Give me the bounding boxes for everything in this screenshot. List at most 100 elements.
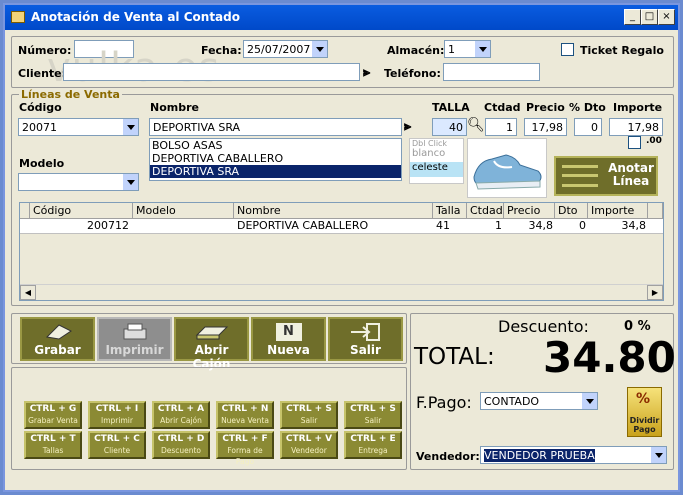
telefono-field[interactable]	[443, 63, 540, 81]
shortcut-key-label: CTRL + G	[29, 404, 77, 414]
list-item[interactable]: DEPORTIVA CABALLERO	[150, 152, 401, 165]
chevron-down-icon[interactable]	[581, 393, 597, 409]
imprimir-button[interactable]: Imprimir	[97, 317, 172, 361]
shortcut-key[interactable]: CTRL + A Abrir Cajón	[152, 401, 210, 429]
vendedor-select[interactable]: VENDEDOR PRUEBA	[480, 446, 667, 464]
color-option[interactable]: blanco	[410, 148, 463, 162]
name-suggestions-list[interactable]: BOLSO ASAS DEPORTIVA CABALLERO DEPORTIVA…	[149, 138, 402, 181]
scroll-left-icon[interactable]: ◀	[20, 285, 36, 300]
shortcut-key[interactable]: CTRL + N Nueva Venta	[216, 401, 274, 429]
column-header-ctdad[interactable]: Ctdad.	[467, 203, 506, 219]
precio-label: Precio	[526, 101, 565, 114]
almacen-select[interactable]: 1	[444, 40, 491, 58]
search-icon[interactable]: 🔍︎	[467, 117, 485, 133]
column-header-precio[interactable]: Precio	[504, 203, 555, 219]
decimals-checkbox[interactable]	[628, 136, 641, 149]
modelo-select[interactable]	[18, 173, 139, 191]
maximize-button[interactable]: □	[641, 9, 658, 25]
shortcut-description: Salir	[364, 416, 382, 425]
shortcut-key[interactable]: CTRL + V Vendedor	[280, 431, 338, 459]
shortcut-description: Cliente	[103, 446, 131, 455]
sale-window: Anotación de Venta al Contado _ □ × Núme…	[3, 3, 680, 492]
nueva-label: Nueva	[267, 343, 310, 357]
shortcut-key-label: CTRL + T	[30, 434, 76, 444]
imprimir-label: Imprimir	[105, 343, 164, 357]
window-title: Anotación de Venta al Contado	[31, 10, 240, 24]
salir-label: Salir	[350, 343, 381, 357]
shortcut-description: Nueva Venta	[221, 416, 269, 425]
fecha-field[interactable]: 25/07/2007	[243, 40, 328, 58]
abrir-cajon-button[interactable]: Abrir Cajón	[174, 317, 249, 371]
grid-corner	[20, 203, 30, 219]
shortcut-key[interactable]: CTRL + T Tallas	[24, 431, 82, 459]
column-header-talla[interactable]: Talla	[433, 203, 467, 219]
grabar-button[interactable]: Grabar	[20, 317, 95, 361]
cliente-field[interactable]	[63, 63, 360, 81]
shortcut-key[interactable]: CTRL + D Descuento	[152, 431, 210, 459]
horizontal-scrollbar[interactable]: ◀ ▶	[20, 284, 663, 300]
shortcut-description: Abrir Cajón	[160, 416, 202, 425]
sales-lines-grid[interactable]: Código Modelo Nombre Talla Ctdad. Precio…	[19, 202, 664, 301]
importe-field[interactable]: 17,98	[609, 118, 663, 136]
column-header-codigo[interactable]: Código	[30, 203, 133, 219]
salir-button[interactable]: Salir	[328, 317, 403, 361]
codigo-field[interactable]: 20071	[18, 118, 139, 136]
ctdad-field[interactable]: 1	[485, 118, 517, 136]
column-header-nombre[interactable]: Nombre	[234, 203, 433, 219]
shortcut-key-label: CTRL + S	[286, 404, 332, 414]
window-icon	[11, 11, 25, 23]
total-label: TOTAL:	[414, 344, 495, 370]
list-item[interactable]: BOLSO ASAS	[150, 139, 401, 152]
shortcut-key[interactable]: CTRL + I Imprimir	[88, 401, 146, 429]
chevron-down-icon[interactable]	[474, 41, 490, 57]
importe-label: Importe	[613, 101, 663, 114]
shortcut-key[interactable]: CTRL + S Salir	[344, 401, 402, 429]
fpago-select[interactable]: CONTADO	[480, 392, 598, 410]
chevron-down-icon[interactable]	[122, 119, 138, 135]
column-header-modelo[interactable]: Modelo	[133, 203, 234, 219]
shortcut-description: Vendedor	[291, 446, 327, 455]
color-option[interactable]: celeste	[410, 162, 463, 177]
filter-icon[interactable]: ⫸	[363, 65, 370, 80]
minimize-button[interactable]: _	[624, 9, 641, 25]
new-icon: N	[275, 323, 302, 341]
list-item[interactable]: DEPORTIVA SRA	[150, 165, 401, 178]
column-header-importe[interactable]: Importe	[588, 203, 648, 219]
talla-field[interactable]: 40	[432, 118, 467, 136]
column-header-extra	[648, 203, 663, 219]
shortcut-key[interactable]: CTRL + E Entrega	[344, 431, 402, 459]
ticket-regalo-checkbox[interactable]	[561, 43, 574, 56]
shortcut-key[interactable]: CTRL + F Forma de Pago	[216, 431, 274, 466]
codigo-label: Código	[19, 101, 62, 114]
anotar-linea-button[interactable]: Anotar Línea	[554, 156, 658, 196]
shortcut-key-label: CTRL + E	[350, 434, 396, 444]
ctdad-label: Ctdad	[484, 101, 521, 114]
filter-icon[interactable]: ⫸	[404, 119, 411, 134]
grabar-label: Grabar	[34, 343, 81, 357]
precio-field[interactable]: 17,98	[524, 118, 567, 136]
shortcut-key-label: CTRL + S	[350, 404, 396, 414]
scroll-right-icon[interactable]: ▶	[647, 285, 663, 300]
total-value: 34.80	[543, 333, 676, 382]
chevron-down-icon[interactable]	[122, 174, 138, 190]
color-list[interactable]: Dbl Click blanco celeste	[409, 138, 464, 184]
dividir-label: Dividir Pago	[629, 416, 660, 434]
nombre-field[interactable]: DEPORTIVA SRA	[149, 118, 402, 136]
column-header-dto[interactable]: Dto	[555, 203, 588, 219]
chevron-down-icon[interactable]	[650, 447, 666, 463]
shortcut-key-label: CTRL + A	[157, 404, 205, 414]
dto-field[interactable]: 0	[574, 118, 602, 136]
anotar-label: Anotar Línea	[608, 161, 654, 188]
shortcut-key[interactable]: CTRL + S Salir	[280, 401, 338, 429]
shortcut-key[interactable]: CTRL + G Grabar Venta	[24, 401, 82, 429]
cell-nombre: DEPORTIVA CABALLERO	[237, 219, 369, 232]
close-button[interactable]: ×	[658, 9, 675, 25]
shortcut-description: Grabar Venta	[28, 416, 78, 425]
shortcut-key[interactable]: CTRL + C Cliente	[88, 431, 146, 459]
nueva-button[interactable]: N Nueva	[251, 317, 326, 361]
printer-icon	[123, 323, 146, 340]
drawer-icon	[195, 326, 228, 340]
table-row[interactable]: 200712 DEPORTIVA CABALLERO 41 1 34,8 0 3…	[20, 219, 663, 234]
dividir-pago-button[interactable]: % Dividir Pago	[627, 387, 662, 437]
chevron-down-icon[interactable]	[311, 41, 327, 57]
